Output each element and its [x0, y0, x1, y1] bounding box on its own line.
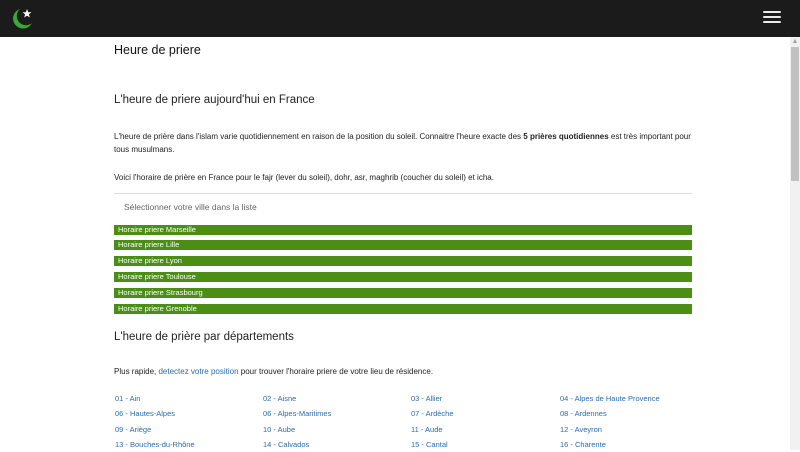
- crescent-star-icon[interactable]: [8, 6, 36, 32]
- detect-paragraph: Plus rapide, detectez votre position pou…: [114, 365, 692, 378]
- city-bar-lyon[interactable]: Horaire priere Lyon: [114, 256, 692, 266]
- department-link[interactable]: 01 - Ain: [115, 391, 195, 406]
- department-column-1: 01 - Ain 06 - Hautes-Alpes 09 - Ariège 1…: [115, 391, 195, 452]
- detect-suffix: pour trouver l'horaire priere de votre l…: [238, 367, 434, 376]
- city-bar-grenoble[interactable]: Horaire priere Grenoble: [114, 304, 692, 314]
- department-link[interactable]: 02 - Aisne: [263, 391, 331, 406]
- department-link[interactable]: 06 - Hautes-Alpes: [115, 406, 195, 421]
- page-title: Heure de priere: [114, 43, 201, 57]
- scrollbar-thumb[interactable]: [791, 47, 799, 181]
- city-bar-toulouse[interactable]: Horaire priere Toulouse: [114, 272, 692, 282]
- vertical-scrollbar[interactable]: ▲: [790, 37, 800, 450]
- department-link[interactable]: 09 - Ariège: [115, 422, 195, 437]
- top-navbar: [0, 0, 800, 37]
- scroll-up-arrow-icon[interactable]: ▲: [790, 37, 800, 47]
- department-link[interactable]: 12 - Aveyron: [560, 422, 660, 437]
- intro-text-start: L'heure de prière dans l'islam varie quo…: [114, 132, 524, 141]
- department-link[interactable]: 06 - Alpes-Maritimes: [263, 406, 331, 421]
- divider: [114, 193, 692, 194]
- city-select[interactable]: Sélectionner votre ville dans la liste: [124, 202, 257, 212]
- city-bar-lille[interactable]: Horaire priere Lille: [114, 240, 692, 250]
- department-link[interactable]: 11 - Aude: [411, 422, 454, 437]
- department-link[interactable]: 04 - Alpes de Haute Provence: [560, 391, 660, 406]
- department-column-3: 03 - Allier 07 - Ardèche 11 - Aude 15 - …: [411, 391, 454, 452]
- department-link[interactable]: 07 - Ardèche: [411, 406, 454, 421]
- intro-text-bold: 5 prières quotidiennes: [523, 132, 609, 141]
- department-column-4: 04 - Alpes de Haute Provence 08 - Ardenn…: [560, 391, 660, 452]
- intro-paragraph: L'heure de prière dans l'islam varie quo…: [114, 130, 692, 156]
- city-bar-strasbourg[interactable]: Horaire priere Strasbourg: [114, 288, 692, 298]
- city-bar-marseille[interactable]: Horaire priere Marseille: [114, 225, 692, 235]
- voici-paragraph: Voici l'horaire de prière en France pour…: [114, 173, 494, 182]
- department-link[interactable]: 03 - Allier: [411, 391, 454, 406]
- section-title-departements: L'heure de prière par départements: [114, 331, 294, 343]
- detect-position-link[interactable]: detectez votre position: [158, 367, 238, 376]
- section-title-france: L'heure de priere aujourd'hui en France: [114, 94, 315, 106]
- department-link[interactable]: 08 - Ardennes: [560, 406, 660, 421]
- department-column-2: 02 - Aisne 06 - Alpes-Maritimes 10 - Aub…: [263, 391, 331, 452]
- hamburger-menu-icon[interactable]: [763, 11, 781, 23]
- detect-prefix: Plus rapide,: [114, 367, 159, 376]
- department-link[interactable]: 10 - Aube: [263, 422, 331, 437]
